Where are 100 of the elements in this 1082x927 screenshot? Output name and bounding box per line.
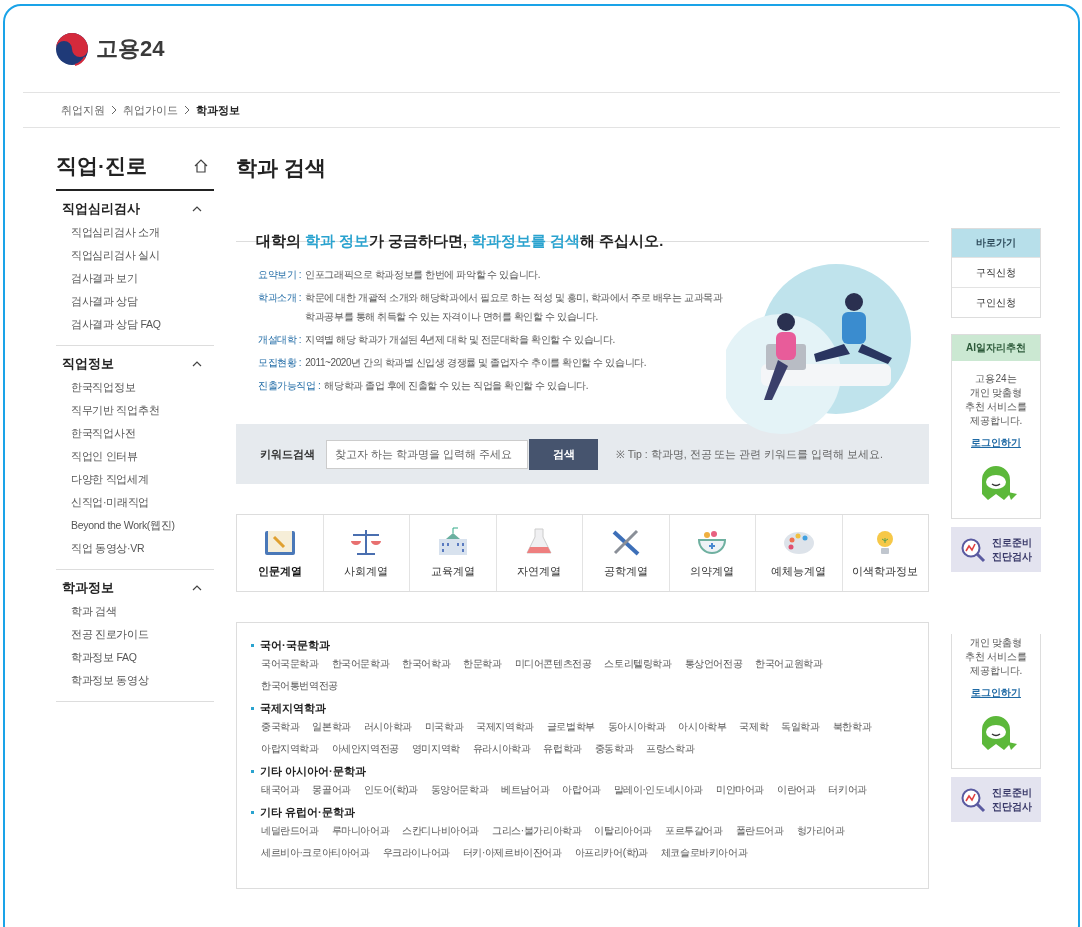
- department-link[interactable]: 스토리텔링학과: [604, 657, 672, 671]
- sidebar-item[interactable]: 검사결과 상담 FAQ: [56, 314, 214, 337]
- department-link[interactable]: 아랍지역학과: [261, 742, 319, 756]
- department-link[interactable]: 헝가리어과: [796, 824, 845, 838]
- department-link[interactable]: 프랑스학과: [646, 742, 695, 756]
- department-link[interactable]: 세르비아·크로아티아어과: [261, 846, 370, 860]
- department-link[interactable]: 중국학과: [261, 720, 300, 734]
- sidebar-section-title[interactable]: 직업심리검사: [62, 200, 140, 218]
- department-link[interactable]: 북한학과: [832, 720, 872, 734]
- sidebar-item[interactable]: 직무기반 직업추천: [56, 400, 214, 423]
- quick-menu-item[interactable]: 구직신청: [952, 257, 1040, 287]
- department-link[interactable]: 국제학: [739, 720, 769, 734]
- department-link[interactable]: 한국어교원학과: [755, 657, 823, 671]
- department-link[interactable]: 유럽학과: [543, 742, 582, 756]
- sidebar-item[interactable]: 학과 검색: [56, 601, 214, 624]
- department-link[interactable]: 글로벌학부: [546, 720, 595, 734]
- sidebar-item[interactable]: 전공 진로가이드: [56, 624, 214, 647]
- department-link[interactable]: 이란어과: [777, 783, 816, 797]
- department-link[interactable]: 한문학과: [463, 657, 502, 671]
- sidebar-item[interactable]: 학과정보 FAQ: [56, 647, 214, 670]
- recommendation-text: 고용24는 개인 맞춤형 추천 서비스를 제공합니다.: [964, 372, 1028, 428]
- department-link[interactable]: 동양어문학과: [430, 783, 489, 797]
- login-link[interactable]: 로그인하기: [971, 436, 1021, 450]
- sidebar-item[interactable]: 한국직업사전: [56, 423, 214, 446]
- headline: 대학의 학과 정보가 궁금하다면, 학과정보를 검색해 주십시오.: [255, 232, 665, 251]
- department-group-title: 국제지역학과: [260, 701, 326, 716]
- department-link[interactable]: 아시아학부: [678, 720, 727, 734]
- department-link[interactable]: 아세안지역전공: [331, 742, 399, 756]
- department-link[interactable]: 아프리카어(학)과: [574, 846, 648, 860]
- breadcrumb-link[interactable]: 취업지원: [61, 102, 105, 118]
- search-field[interactable]: 찾고자 하는 학과명을 입력해 주세요: [326, 439, 528, 469]
- department-link[interactable]: 태국어과: [261, 783, 300, 797]
- department-link[interactable]: 우크라이나어과: [382, 846, 450, 860]
- department-group-title: 국어·국문학과: [260, 638, 330, 653]
- department-link[interactable]: 한국어통번역전공: [261, 679, 338, 693]
- department-link[interactable]: 아랍어과: [562, 783, 601, 797]
- department-link[interactable]: 영미지역학: [411, 742, 460, 756]
- department-link[interactable]: 국어국문학과: [261, 657, 319, 671]
- department-link[interactable]: 폴란드어과: [735, 824, 784, 838]
- sidebar-item[interactable]: 한국직업정보: [56, 377, 214, 400]
- department-link[interactable]: 유라시아학과: [472, 742, 531, 756]
- department-link[interactable]: 이탈리아어과: [594, 824, 652, 838]
- department-link[interactable]: 통상언어전공: [684, 657, 743, 671]
- sidebar-item[interactable]: 검사결과 보기: [56, 268, 214, 291]
- department-link[interactable]: 몽골어과: [312, 783, 351, 797]
- description-text: 해당학과 졸업 후에 진출할 수 있는 직업을 확인할 수 있습니다.: [324, 379, 589, 393]
- department-link[interactable]: 인도어(학)과: [363, 783, 418, 797]
- department-link[interactable]: 한국어문학과: [331, 657, 390, 671]
- department-link[interactable]: 미얀마어과: [716, 783, 765, 797]
- sidebar-item[interactable]: 직업심리검사 실시: [56, 245, 214, 268]
- recommendation-text: 개인 맞춤형 추천 서비스를 제공합니다.: [964, 636, 1028, 678]
- sidebar-item[interactable]: Beyond the Work(웹진): [56, 515, 214, 538]
- sidebar-item[interactable]: 다양한 직업세계: [56, 469, 214, 492]
- department-link[interactable]: 베트남어과: [501, 783, 550, 797]
- breadcrumb-link[interactable]: 학과정보: [196, 102, 240, 118]
- department-link[interactable]: 스칸디나비아어과: [402, 824, 480, 838]
- sidebar-section-title[interactable]: 직업정보: [62, 355, 114, 373]
- department-link[interactable]: 중동학과: [594, 742, 634, 756]
- quick-menu-item[interactable]: 구인신청: [952, 287, 1040, 317]
- search-button[interactable]: 검색: [529, 438, 598, 470]
- sidebar-item[interactable]: 직업인 인터뷰: [56, 446, 214, 469]
- department-link[interactable]: 체코슬로바키아어과: [660, 846, 748, 860]
- search-label: 키워드검색: [260, 446, 316, 462]
- department-link[interactable]: 미디어콘텐츠전공: [514, 657, 592, 671]
- home-icon[interactable]: [194, 159, 208, 173]
- sidebar-section-title[interactable]: 학과정보: [62, 579, 114, 597]
- department-link[interactable]: 루마니아어과: [331, 824, 390, 838]
- department-link[interactable]: 국제지역학과: [476, 720, 534, 734]
- department-link[interactable]: 터키·아제르바이잔어과: [462, 846, 562, 860]
- quick-menu-title: 바로가기: [952, 229, 1040, 257]
- breadcrumb-link[interactable]: 취업가이드: [123, 102, 178, 118]
- bullet-icon: [251, 644, 254, 647]
- department-link[interactable]: 일본학과: [312, 720, 351, 734]
- diagnosis-button[interactable]: 진로준비 진단검사: [951, 777, 1041, 822]
- department-link[interactable]: 러시아학과: [363, 720, 412, 734]
- department-link[interactable]: 동아시아학과: [607, 720, 666, 734]
- diagnosis-button[interactable]: 진로준비 진단검사: [951, 527, 1041, 572]
- recommendation-title: AI일자리추천: [952, 335, 1040, 361]
- department-link[interactable]: 터키어과: [828, 783, 867, 797]
- department-link[interactable]: 한국어학과: [402, 657, 451, 671]
- department-link[interactable]: 독일학과: [781, 720, 820, 734]
- sidebar-item[interactable]: 신직업·미래직업: [56, 492, 214, 515]
- department-link[interactable]: 말레이·인도네시아과: [613, 783, 704, 797]
- department-link[interactable]: 그리스·불가리아학과: [492, 824, 582, 838]
- sidebar-item[interactable]: 학과정보 동영상: [56, 670, 214, 693]
- chevron-icon[interactable]: [192, 206, 202, 212]
- department-link[interactable]: 네덜란드어과: [261, 824, 319, 838]
- sidebar-item[interactable]: 검사결과 상담: [56, 291, 214, 314]
- site-logo[interactable]: 고용24: [96, 34, 165, 64]
- description-term: 요약보기 :: [258, 268, 302, 282]
- chevron-icon[interactable]: [192, 361, 202, 367]
- magnifier-chart-icon: [960, 786, 986, 813]
- department-link[interactable]: 포르투갈어과: [665, 824, 723, 838]
- sidebar-item[interactable]: 직업 동영상·VR: [56, 538, 214, 561]
- department-group-title: 기타 유럽어·문학과: [260, 805, 355, 820]
- chevron-icon[interactable]: [192, 585, 202, 591]
- login-link[interactable]: 로그인하기: [971, 686, 1021, 700]
- description-term: 개설대학 :: [258, 333, 302, 347]
- sidebar-item[interactable]: 직업심리검사 소개: [56, 222, 214, 245]
- department-link[interactable]: 미국학과: [424, 720, 464, 734]
